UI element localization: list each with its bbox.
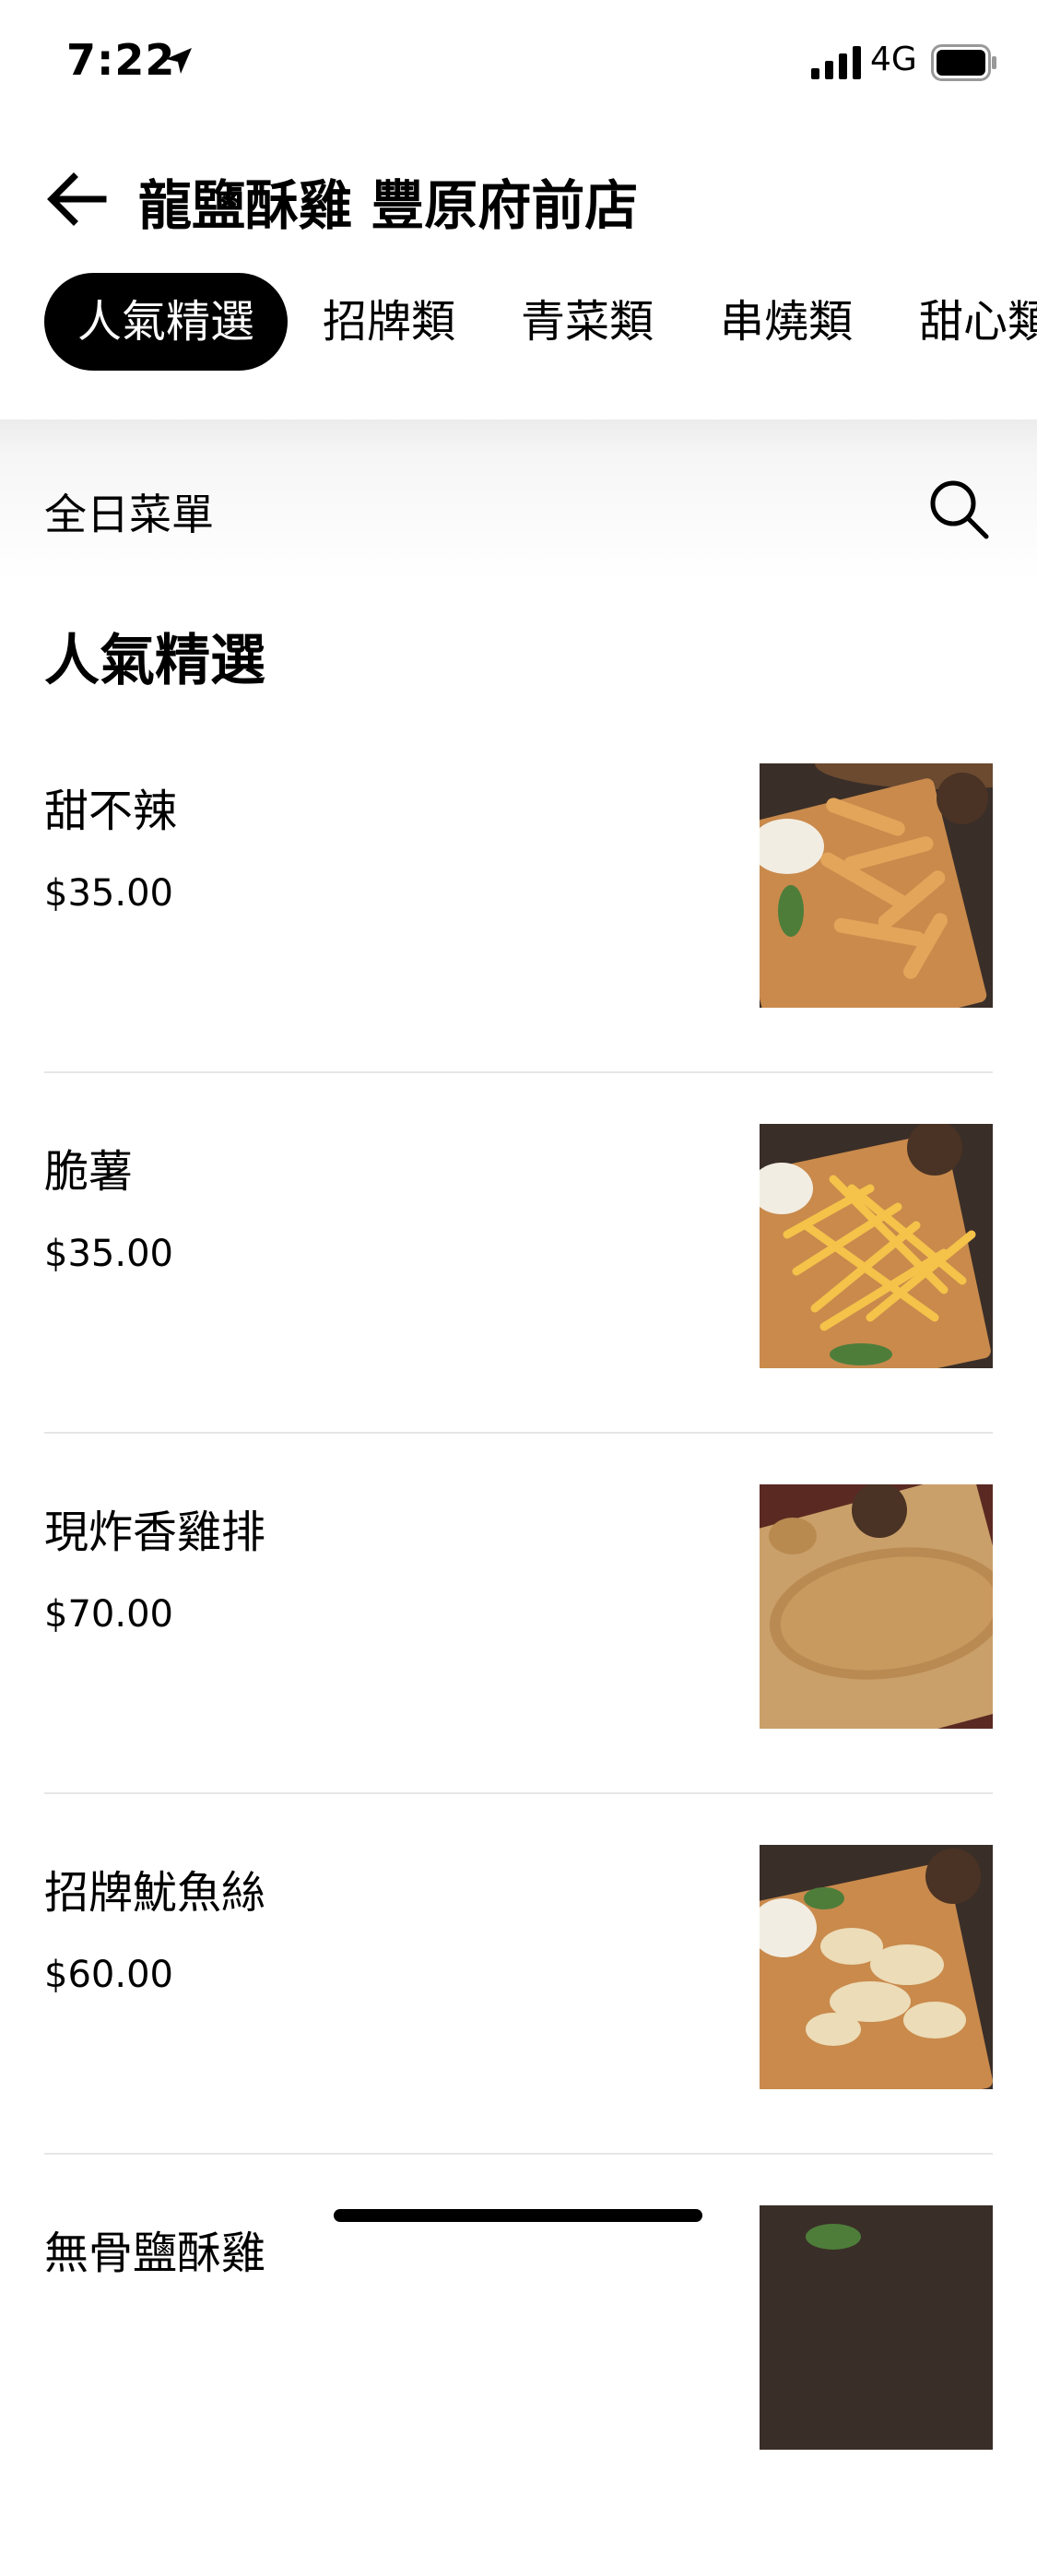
- home-indicator[interactable]: [334, 2209, 702, 2222]
- item-price: $60.00: [44, 1954, 173, 1996]
- divider: [44, 2153, 993, 2155]
- back-arrow-icon[interactable]: [44, 166, 111, 232]
- divider: [44, 1792, 993, 1794]
- item-price: $70.00: [44, 1593, 173, 1636]
- cellular-signal-icon: [811, 46, 861, 79]
- menu-item[interactable]: 現炸香雞排 $70.00: [44, 1484, 993, 1855]
- item-image: [760, 1845, 993, 2089]
- item-image: [760, 1124, 993, 1368]
- network-type: 4G: [870, 41, 917, 78]
- status-time: 7:22: [66, 35, 176, 85]
- divider: [44, 1432, 993, 1434]
- menu-item[interactable]: 無骨鹽酥雞: [44, 2205, 993, 2576]
- item-price: $35.00: [44, 872, 173, 915]
- divider: [44, 1071, 993, 1073]
- tab-popular[interactable]: 人氣精選: [44, 273, 289, 371]
- menu-item[interactable]: 招牌魷魚絲 $60.00: [44, 1845, 993, 2216]
- tab-skewers[interactable]: 串燒類: [720, 273, 853, 371]
- item-image: [760, 2205, 993, 2450]
- tab-vegetables[interactable]: 青菜類: [521, 273, 654, 371]
- item-name: 無骨鹽酥雞: [44, 2227, 266, 2279]
- menu-label[interactable]: 全日菜單: [44, 481, 214, 542]
- item-name: 甜不辣: [44, 786, 178, 837]
- section-title: 人氣精選: [44, 629, 265, 693]
- item-name: 現炸香雞排: [44, 1507, 266, 1558]
- category-tabs: 人氣精選 招牌類 青菜類 串燒類 甜心類: [0, 269, 1037, 372]
- item-image: [760, 1484, 993, 1729]
- item-name: 脆薯: [44, 1146, 134, 1198]
- tab-sweetheart[interactable]: 甜心類: [919, 273, 1037, 371]
- status-bar: 7:22 4G: [0, 0, 1037, 120]
- battery-icon: [931, 44, 996, 81]
- store-title: 龍鹽酥雞 豐原府前店: [138, 174, 639, 237]
- item-price: $35.00: [44, 1233, 173, 1275]
- tab-signature[interactable]: 招牌類: [323, 273, 455, 371]
- search-icon[interactable]: [925, 476, 992, 542]
- menu-item[interactable]: 脆薯 $35.00: [44, 1124, 993, 1495]
- item-image: [760, 763, 993, 1008]
- menu-item[interactable]: 甜不辣 $35.00: [44, 763, 993, 1134]
- location-arrow-icon: [166, 48, 192, 74]
- item-name: 招牌魷魚絲: [44, 1867, 266, 1919]
